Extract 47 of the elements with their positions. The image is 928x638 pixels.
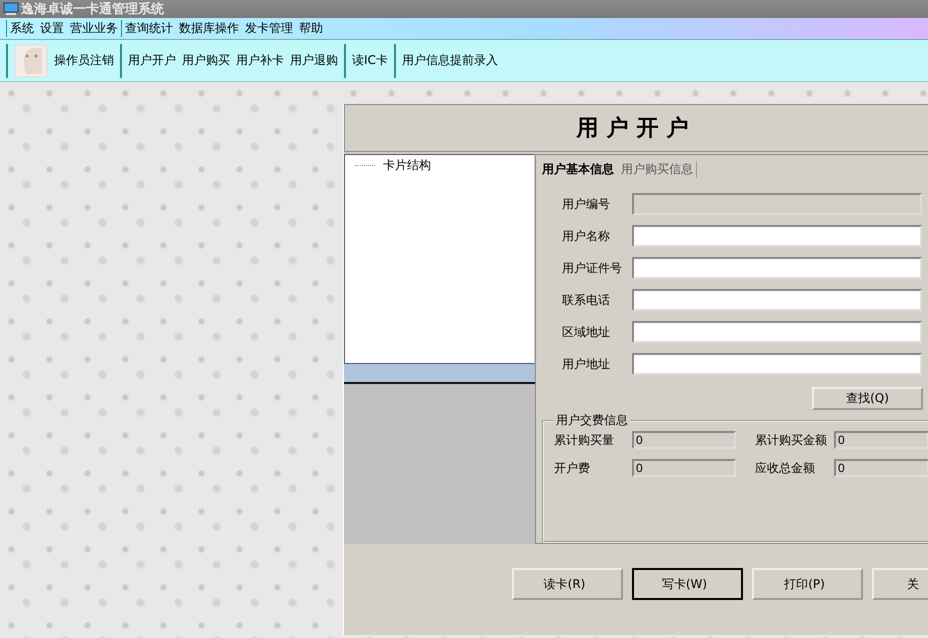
toolbar-button[interactable]: 读IC卡 bbox=[352, 52, 388, 69]
field-label: 开户费 bbox=[554, 460, 591, 476]
tab[interactable]: 用户基本信息 bbox=[542, 160, 617, 178]
toolbar-button[interactable]: 用户开户 bbox=[128, 52, 176, 69]
input-field[interactable] bbox=[632, 321, 922, 343]
dialog-button[interactable]: 读卡(R) bbox=[512, 568, 623, 600]
toolbar-button[interactable]: 用户退购 bbox=[290, 52, 338, 69]
field-label: 区域地址 bbox=[562, 324, 611, 340]
computer-icon bbox=[3, 2, 19, 16]
field-label: 应收总金额 bbox=[754, 460, 816, 476]
input-field[interactable] bbox=[632, 225, 922, 247]
menu-item[interactable]: 系统 bbox=[6, 20, 37, 37]
menu-item[interactable]: 营业业务 bbox=[67, 20, 121, 37]
splitter-bar[interactable] bbox=[344, 364, 535, 384]
toolbar-button[interactable]: 用户信息提前录入 bbox=[402, 52, 498, 69]
input-field[interactable]: 0 bbox=[632, 431, 736, 449]
input-field[interactable] bbox=[632, 353, 922, 375]
menu-item[interactable]: 数据库操作 bbox=[176, 20, 242, 37]
tree-item[interactable]: 卡片结构 bbox=[383, 157, 431, 174]
input-field[interactable]: 0 bbox=[834, 459, 928, 477]
tab[interactable]: 用户购买信息 bbox=[621, 160, 697, 178]
dialog-button[interactable]: 关 bbox=[872, 568, 928, 600]
tree-line bbox=[355, 165, 375, 166]
toolbar-button[interactable]: 用户购买 bbox=[182, 52, 230, 69]
field-label: 用户名称 bbox=[562, 228, 611, 244]
menu-item[interactable]: 设置 bbox=[37, 20, 67, 37]
input-field[interactable] bbox=[632, 257, 922, 279]
field-label: 联系电话 bbox=[562, 292, 611, 308]
field-label: 累计购买量 bbox=[554, 432, 615, 448]
toolbar-button[interactable]: 操作员注销 bbox=[54, 52, 114, 69]
menu-item[interactable]: 帮助 bbox=[296, 20, 326, 37]
input-field[interactable]: 0 bbox=[834, 431, 928, 449]
field-label: 用户证件号 bbox=[562, 260, 623, 276]
dialog-button[interactable]: 写卡(W) bbox=[632, 568, 743, 600]
dialog-button[interactable]: 打印(P) bbox=[752, 568, 863, 600]
field-label: 累计购买金额 bbox=[754, 432, 828, 448]
menu-item[interactable]: 发卡管理 bbox=[242, 20, 296, 37]
menu-item[interactable]: 查询统计 bbox=[121, 20, 176, 37]
input-field[interactable] bbox=[632, 289, 922, 311]
field-label: 用户地址 bbox=[562, 356, 611, 372]
dialog-title: 用户开户 bbox=[576, 115, 696, 143]
search-button[interactable]: 查找(Q) bbox=[812, 387, 923, 410]
input-field[interactable]: 0 bbox=[632, 459, 736, 477]
group-title: 用户交费信息 bbox=[555, 412, 629, 429]
window-title: 逸海卓诚一卡通管理系统 bbox=[21, 0, 164, 18]
toolbar-button[interactable]: 用户补卡 bbox=[236, 52, 284, 69]
field-label: 用户编号 bbox=[562, 196, 611, 212]
